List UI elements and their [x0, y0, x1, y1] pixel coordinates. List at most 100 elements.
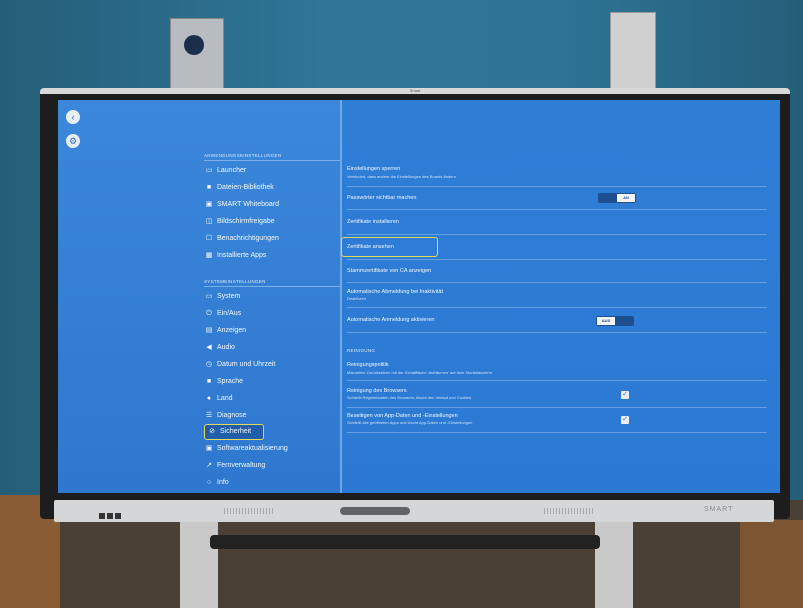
- sidebar-item-country[interactable]: ● Land: [204, 392, 334, 406]
- remote-icon: ↗: [206, 462, 212, 469]
- sidebar-item-diagnostics[interactable]: ☰ Diagnose: [204, 409, 334, 423]
- ca-root-certificates-row[interactable]: Stammzertifikate von CA anzeigen: [347, 260, 767, 283]
- speaker-grille-left: [224, 508, 274, 514]
- sidebar-item-screenshare[interactable]: ◫ Bildschirmfreigabe: [204, 215, 334, 229]
- sidebar-item-label: Audio: [217, 344, 235, 351]
- info-icon: ○: [206, 479, 212, 486]
- sidebar-item-display[interactable]: ▤ Anzeigen: [204, 324, 334, 338]
- clock-icon: ◷: [205, 361, 213, 368]
- sidebar-item-label: System: [217, 293, 241, 300]
- display-icon: ▤: [205, 327, 213, 334]
- show-passwords-toggle[interactable]: AN: [598, 193, 636, 203]
- mount-logo-icon: [184, 35, 204, 55]
- location-pin-icon: ●: [206, 395, 212, 402]
- sidebar-item-label: SMART Whiteboard: [217, 201, 279, 208]
- view-certificates-row[interactable]: Zertifikate ansehen: [347, 235, 767, 260]
- app-settings-header: ANWENDUNGSEINSTELLUNGEN: [204, 153, 282, 158]
- sidebar-item-security[interactable]: ⊘ Sicherheit: [204, 424, 264, 440]
- toggle-state: AUS: [597, 317, 615, 325]
- sidebar-item-installed-apps[interactable]: ▦ Installierte Apps: [204, 249, 334, 263]
- show-passwords-row: Passwörter sichtbar machen AN: [347, 187, 767, 210]
- system-settings-header: SYSTEMEINSTELLUNGEN: [204, 279, 266, 284]
- monitor-icon: ▭: [205, 293, 213, 300]
- setting-title: Zertifikate ansehen: [347, 244, 394, 250]
- setting-subtitle: Manuelles Zurücksetzen mit der Schaltflä…: [347, 370, 492, 375]
- sidebar-item-power[interactable]: ⏻ Ein/Aus: [204, 307, 334, 321]
- home-button[interactable]: [340, 507, 410, 515]
- stand-crossbar: [210, 535, 600, 549]
- sidebar-item-files[interactable]: ■ Dateien-Bibliothek: [204, 181, 334, 195]
- apps-grid-icon: ▦: [205, 252, 213, 259]
- setting-title: Automatische Anmeldung aktivieren: [347, 317, 435, 323]
- sidebar-item-whiteboard[interactable]: ▣ SMART Whiteboard: [204, 198, 334, 212]
- screen-share-icon: ◫: [205, 218, 213, 225]
- sidebar-item-info[interactable]: ○ Info: [204, 476, 334, 490]
- folder-icon: ■: [206, 184, 212, 191]
- sidebar-item-remote-management[interactable]: ↗ Fernverwaltung: [204, 459, 334, 473]
- list-icon: ☰: [205, 412, 213, 419]
- sidebar-item-system[interactable]: ▭ System: [204, 290, 334, 304]
- cleaning-policy-row[interactable]: Reinigungspolitik Manuelles Zurücksetzen…: [347, 358, 767, 381]
- setting-title: Reinigungspolitik: [347, 362, 389, 368]
- usb-port-icon: [99, 513, 105, 519]
- app-data-cleaning-row: Beseitigen von App-Daten und -Einstellun…: [347, 408, 767, 433]
- setting-subtitle: Deaktiviert: [347, 296, 366, 301]
- sidebar-item-label: Softwareaktualisierung: [217, 445, 288, 452]
- divider: [204, 160, 340, 161]
- sidebar-item-language[interactable]: ■ Sprache: [204, 375, 334, 389]
- app-data-cleaning-checkbox[interactable]: ✓: [621, 416, 629, 424]
- browser-cleaning-row: Reinigung des Browsers Schließt Register…: [347, 383, 767, 408]
- settings-screen: ‹ ⚙ ANWENDUNGSEINSTELLUNGEN ▭ Launcher ■ D…: [58, 100, 780, 493]
- setting-subtitle: Schließt alle geöffneten Apps und löscht…: [347, 420, 473, 425]
- browser-cleaning-checkbox[interactable]: ✓: [621, 391, 629, 399]
- monitor-icon: ▭: [205, 167, 213, 174]
- language-icon: ■: [206, 378, 212, 385]
- cleaning-header: REINIGUNG: [347, 348, 376, 353]
- display-bottom-bezel: SMART: [54, 500, 774, 522]
- sidebar-item-audio[interactable]: ◀ Audio: [204, 341, 334, 355]
- install-certificates-row[interactable]: Zertifikate installieren: [347, 210, 767, 235]
- power-icon: ⏻: [206, 310, 212, 317]
- speaker-grille-right: [544, 508, 594, 514]
- sidebar-item-software-update[interactable]: ▣ Softwareaktualisierung: [204, 442, 334, 456]
- lock-settings-row[interactable]: Einstellungen sperren Verhindert, dass a…: [347, 160, 767, 187]
- sidebar-item-label: Diagnose: [217, 412, 247, 419]
- sidebar-item-launcher[interactable]: ▭ Launcher: [204, 164, 334, 178]
- setting-title: Beseitigen von App-Daten und -Einstellun…: [347, 413, 458, 419]
- setting-title: Einstellungen sperren: [347, 166, 401, 172]
- auto-login-toggle[interactable]: AUS: [596, 316, 634, 326]
- usb-port-icon: [107, 513, 113, 519]
- back-icon[interactable]: ‹: [66, 110, 80, 124]
- setting-subtitle: Schließt Registerkarten des Browsers, lö…: [347, 395, 472, 400]
- auto-logout-row[interactable]: Automatische Abmeldung bei Inaktivität D…: [347, 283, 767, 308]
- toggle-state: AN: [617, 194, 635, 202]
- sidebar-item-label: Land: [217, 395, 233, 402]
- sidebar-item-label: Info: [217, 479, 229, 486]
- sidebar-item-label: Sicherheit: [220, 428, 252, 435]
- setting-title: Zertifikate installieren: [347, 219, 399, 225]
- sidebar-item-label: Bildschirmfreigabe: [217, 218, 275, 225]
- sidebar-item-label: Datum und Uhrzeit: [217, 361, 276, 368]
- auto-login-row: Automatische Anmeldung aktivieren AUS: [347, 308, 767, 333]
- wall-mount-left: [170, 18, 224, 92]
- frame-label: Smart: [409, 88, 421, 93]
- settings-gear-icon[interactable]: ⚙: [66, 134, 80, 148]
- shield-icon: ⊘: [209, 428, 215, 435]
- sidebar-item-label: Benachrichtigungen: [217, 235, 279, 242]
- pane-divider: [340, 100, 342, 493]
- notification-icon: ☐: [205, 235, 213, 242]
- hdmi-port-icon: [115, 513, 121, 519]
- sidebar-item-label: Launcher: [217, 167, 247, 174]
- whiteboard-icon: ▣: [205, 201, 213, 208]
- brand-logo: SMART: [704, 506, 734, 513]
- sidebar-item-label: Sprache: [217, 378, 244, 385]
- setting-subtitle: Verhindert, dass andere die Einstellunge…: [347, 174, 456, 179]
- sidebar-item-label: Dateien-Bibliothek: [217, 184, 274, 191]
- setting-title: Stammzertifikate von CA anzeigen: [347, 268, 432, 274]
- sidebar-item-notifications[interactable]: ☐ Benachrichtigungen: [204, 232, 334, 246]
- sidebar-item-date-time[interactable]: ◷ Datum und Uhrzeit: [204, 358, 334, 372]
- cabinet-right: [740, 520, 803, 608]
- divider: [204, 286, 340, 287]
- setting-title: Automatische Abmeldung bei Inaktivität: [347, 289, 444, 295]
- sidebar-item-label: Installierte Apps: [217, 252, 267, 259]
